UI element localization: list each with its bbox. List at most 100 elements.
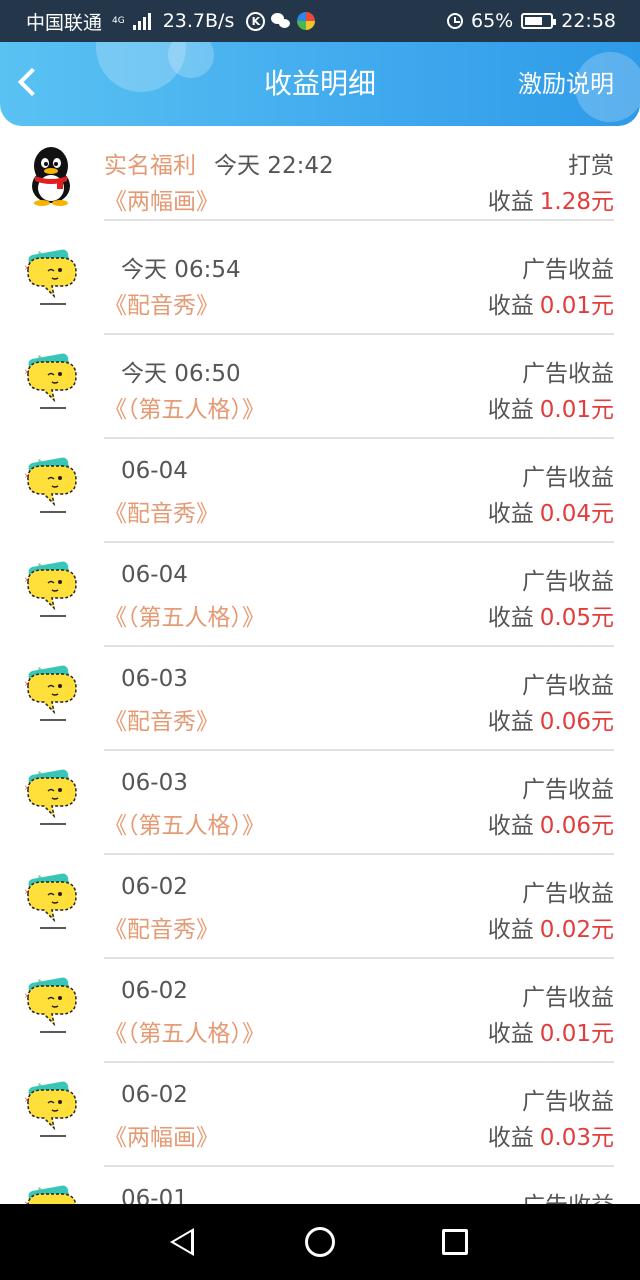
record-earning: 收益 0.05元 <box>488 598 614 632</box>
chat-bubble-avatar: ×* <box>22 456 80 520</box>
record-time: 今天 06:54 <box>121 257 241 283</box>
record-line-top: 实名福利 今天 22:42 打赏 <box>104 146 614 179</box>
system-navigation-bar <box>0 1204 640 1280</box>
chat-bubble-avatar: ×* <box>22 560 80 624</box>
record-time: 06-02 <box>121 978 188 1004</box>
nav-home-icon[interactable] <box>305 1227 335 1257</box>
earning-label: 收益 <box>487 1021 534 1047</box>
svg-text:*: * <box>38 770 42 778</box>
record-work-title[interactable]: 《两幅画》 <box>104 182 219 216</box>
record-work-title[interactable]: 《（第五人格）》 <box>104 1014 265 1048</box>
chat-bubble-avatar: ×* <box>22 1184 80 1204</box>
record-work-title[interactable]: 《配音秀》 <box>104 494 219 528</box>
svg-text:*: * <box>38 978 42 986</box>
record-line-top: 06-01 广告收益 <box>104 1186 614 1204</box>
chat-bubble-icon: ×* <box>24 353 77 409</box>
record-line-top: 06-03 广告收益 <box>104 770 614 803</box>
svg-text:×: × <box>24 368 30 376</box>
earning-label: 收益 <box>487 189 534 215</box>
earning-amount: 0.05元 <box>539 605 614 631</box>
record-type: 广告收益 <box>522 985 614 1011</box>
chat-bubble-icon: ×* <box>24 249 77 305</box>
qq-penguin-icon <box>32 147 70 206</box>
earning-label: 收益 <box>487 501 534 527</box>
status-bar: 中国联通 4G 23.7B/s K 65% 22:58 <box>0 0 640 42</box>
record-earning: 收益 0.06元 <box>488 702 614 736</box>
app-header: 收益明细 激励说明 <box>0 42 640 126</box>
signal-icon <box>132 12 151 30</box>
chat-bubble-avatar: ×* <box>22 664 80 728</box>
earning-record-row[interactable]: × * 06-02 广告收益 《（第五人格）》 收益 0.01元 <box>0 958 640 1063</box>
record-time: 06-03 <box>121 666 188 692</box>
svg-text:*: * <box>38 1186 42 1194</box>
record-line-top: 06-02 广告收益 <box>104 978 614 1011</box>
earning-record-row[interactable]: × * 06-04 广告收益 《（第五人格）》 收益 0.05元 <box>0 542 640 647</box>
record-content: 实名福利 今天 22:42 打赏 《两幅画》 收益 1.28元 <box>104 126 614 221</box>
record-work-title[interactable]: 《（第五人格）》 <box>104 806 265 840</box>
carrier-label: 中国联通 <box>26 11 103 34</box>
record-earning: 收益 0.04元 <box>488 494 614 528</box>
chat-bubble-avatar: ×* <box>22 872 80 936</box>
chat-bubble-icon: ×* <box>24 873 77 929</box>
earning-record-row[interactable]: × * 今天 06:54 广告收益 《配音秀》 收益 0.01元 <box>0 230 640 335</box>
record-content: 06-03 广告收益 《（第五人格）》 收益 0.06元 <box>104 750 614 855</box>
earning-amount: 0.06元 <box>539 709 614 735</box>
record-line-bottom: 《（第五人格）》 收益 0.06元 <box>104 806 614 840</box>
record-earning: 收益 0.01元 <box>488 390 614 424</box>
record-line-bottom: 《（第五人格）》 收益 0.01元 <box>104 390 614 424</box>
earning-amount: 1.28元 <box>539 189 614 215</box>
chat-bubble-avatar: ×* <box>22 248 80 312</box>
status-right: 65% 22:58 <box>447 0 616 42</box>
earning-amount: 0.01元 <box>539 1021 614 1047</box>
record-time: 06-04 <box>121 458 188 484</box>
record-content: 06-02 广告收益 《两幅画》 收益 0.03元 <box>104 1062 614 1167</box>
record-work-title[interactable]: 《（第五人格）》 <box>104 598 265 632</box>
earning-record-row[interactable]: ×* 06-01 广告收益 <box>0 1166 640 1204</box>
earning-record-row[interactable]: 实名福利 今天 22:42 打赏 《两幅画》 收益 1.28元 <box>0 126 640 230</box>
record-type: 广告收益 <box>522 881 614 907</box>
record-line-top: 今天 06:54 广告收益 <box>104 250 614 283</box>
svg-text:*: * <box>38 354 42 362</box>
svg-text:×: × <box>24 992 30 1000</box>
nav-back-icon[interactable] <box>170 1228 194 1256</box>
incentive-explanation-button[interactable]: 激励说明 <box>518 42 614 126</box>
earning-record-row[interactable]: × * 06-03 广告收益 《（第五人格）》 收益 0.06元 <box>0 750 640 855</box>
earning-record-row[interactable]: × * 06-03 广告收益 《配音秀》 收益 0.06元 <box>0 646 640 751</box>
qq-penguin-avatar <box>22 144 80 208</box>
clock: 22:58 <box>561 10 616 32</box>
record-work-title[interactable]: 《两幅画》 <box>104 1118 219 1152</box>
record-work-title[interactable]: 《配音秀》 <box>104 702 219 736</box>
earning-label: 收益 <box>487 917 534 943</box>
record-line-top: 06-02 广告收益 <box>104 874 614 907</box>
record-work-title[interactable]: 《配音秀》 <box>104 286 219 320</box>
record-line-bottom: 《两幅画》 收益 1.28元 <box>104 182 614 216</box>
chat-bubble-avatar: ×* <box>22 976 80 1040</box>
record-time: 今天 22:42 <box>214 153 334 179</box>
record-type: 广告收益 <box>522 465 614 491</box>
record-work-title[interactable]: 《配音秀》 <box>104 910 219 944</box>
record-line-top: 06-02 广告收益 <box>104 1082 614 1115</box>
chat-bubble-avatar: ×* <box>22 1080 80 1144</box>
earning-record-row[interactable]: × * 06-04 广告收益《配音秀》 收益 0.04元 <box>0 438 640 543</box>
chat-bubble-icon: ×* <box>24 1081 77 1137</box>
record-content: 06-03 广告收益 《配音秀》 收益 0.06元 <box>104 646 614 751</box>
record-time: 06-03 <box>121 770 188 796</box>
record-type: 广告收益 <box>522 361 614 387</box>
earning-record-row[interactable]: × * 06-02 广告收益 《两幅画》 收益 0.03元 <box>0 1062 640 1167</box>
record-type: 广告收益 <box>522 1089 614 1115</box>
record-earning: 收益 0.02元 <box>488 910 614 944</box>
earning-label: 收益 <box>487 605 534 631</box>
svg-text:×: × <box>24 1096 30 1104</box>
earning-record-row[interactable]: × * 06-02 广告收益 《配音秀》 收益 0.02元 <box>0 854 640 959</box>
network-type-label: 4G <box>112 15 125 26</box>
svg-text:×: × <box>24 888 30 896</box>
record-content: 06-01 广告收益 <box>104 1166 614 1204</box>
record-line-top: 06-04 广告收益 <box>104 458 614 491</box>
earning-label: 收益 <box>487 709 534 735</box>
earning-record-row[interactable]: × * 今天 06:50 广告收益 《（第五人格）》 收益 0.01元 <box>0 334 640 439</box>
nav-recent-apps-icon[interactable] <box>442 1229 468 1255</box>
svg-text:×: × <box>24 264 30 272</box>
record-work-title[interactable]: 《（第五人格）》 <box>104 390 265 424</box>
record-line-bottom: 《配音秀》 收益 0.01元 <box>104 286 614 320</box>
earning-label: 收益 <box>487 1125 534 1151</box>
